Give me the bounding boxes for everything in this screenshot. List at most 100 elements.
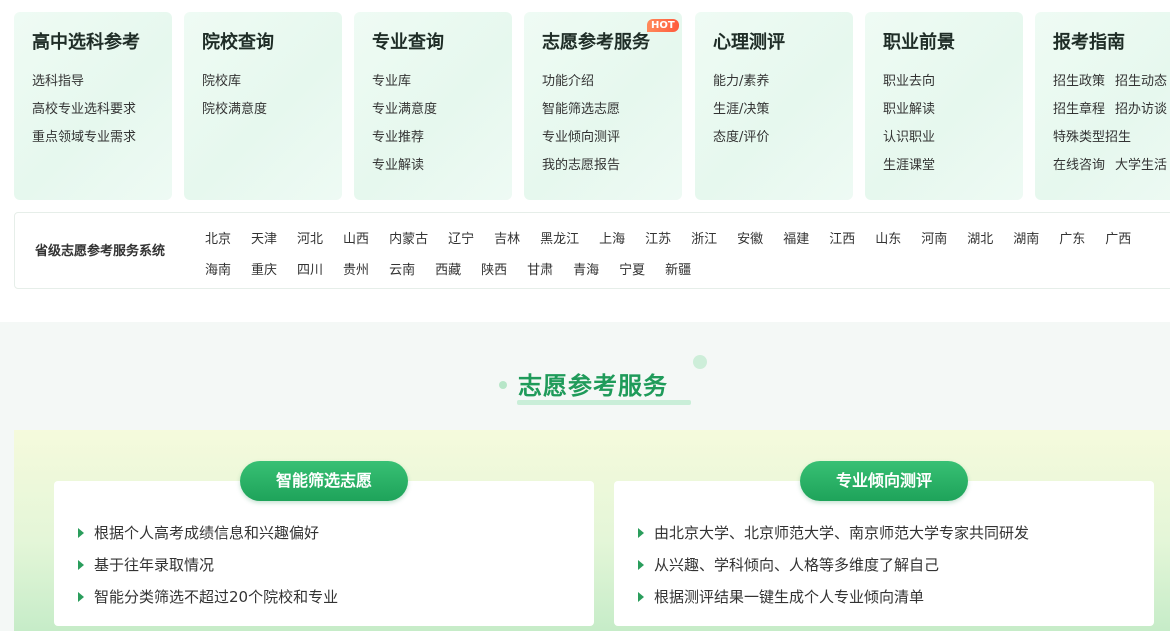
province-link[interactable]: 山东 — [875, 228, 901, 247]
feature-line: 根据个人高考成绩信息和兴趣偏好 — [78, 517, 594, 549]
province-link[interactable]: 云南 — [389, 259, 415, 278]
decor-dot — [499, 381, 507, 389]
major-test-button[interactable]: 专业倾向测评 — [800, 461, 968, 501]
card-title[interactable]: 报考指南 — [1053, 30, 1170, 56]
province-link[interactable]: 湖北 — [967, 228, 993, 247]
card-link[interactable]: 在线咨询 — [1053, 158, 1105, 173]
province-label: 省级志愿参考服务系统 — [35, 244, 166, 259]
card-link[interactable]: 专业推荐 — [372, 124, 512, 152]
triangle-right-icon — [638, 591, 644, 602]
card-link[interactable]: 重点领域专业需求 — [32, 124, 172, 152]
card-link[interactable]: 态度/评价 — [713, 124, 853, 152]
province-link[interactable]: 宁夏 — [619, 259, 645, 278]
feature-text: 根据个人高考成绩信息和兴趣偏好 — [94, 524, 320, 542]
card-link[interactable]: 生涯/决策 — [713, 96, 853, 124]
smart-filter-button[interactable]: 智能筛选志愿 — [240, 461, 408, 501]
feature-line: 由北京大学、北京师范大学、南京师范大学专家共同研发 — [638, 517, 1154, 549]
province-link[interactable]: 广东 — [1059, 228, 1085, 247]
province-link[interactable]: 福建 — [783, 228, 809, 247]
card-title[interactable]: 心理测评 — [713, 30, 853, 56]
feature-line: 根据测评结果一键生成个人专业倾向清单 — [638, 581, 1154, 613]
province-row-1: 北京 天津 河北 山西 内蒙古 辽宁 吉林 黑龙江 上海 江苏 浙江 安徽 福建 江西 山东 河南 湖北 湖南 广东… — [205, 228, 1151, 247]
province-link[interactable]: 贵州 — [343, 259, 369, 278]
card-link[interactable]: 我的志愿报告 — [542, 152, 682, 180]
card-link[interactable]: 能力/素养 — [713, 68, 853, 96]
triangle-right-icon — [78, 591, 84, 602]
province-link[interactable]: 黑龙江 — [540, 228, 579, 247]
card-link[interactable]: 招生动态 — [1115, 74, 1167, 89]
card-title[interactable]: 职业前景 — [883, 30, 1023, 56]
province-link[interactable]: 四川 — [297, 259, 323, 278]
card-link[interactable]: 职业解读 — [883, 96, 1023, 124]
card-link[interactable]: 智能筛选志愿 — [542, 96, 682, 124]
card-psych-test: 心理测评 能力/素养 生涯/决策 态度/评价 — [695, 12, 853, 200]
card-title[interactable]: 高中选科参考 — [32, 30, 172, 56]
province-link[interactable]: 新疆 — [665, 259, 691, 278]
province-link[interactable]: 北京 — [205, 228, 231, 247]
feature-line: 智能分类筛选不超过20个院校和专业 — [78, 581, 594, 613]
card-link[interactable]: 专业库 — [372, 68, 512, 96]
card-link[interactable]: 专业倾向测评 — [542, 124, 682, 152]
feature-text: 从兴趣、学科倾向、人格等多维度了解自己 — [654, 556, 940, 574]
province-link[interactable]: 浙江 — [691, 228, 717, 247]
province-link[interactable]: 海南 — [205, 259, 231, 278]
province-link[interactable]: 广西 — [1105, 228, 1131, 247]
card-link[interactable]: 选科指导 — [32, 68, 172, 96]
triangle-right-icon — [78, 527, 84, 538]
province-link[interactable]: 河南 — [921, 228, 947, 247]
feature-text: 根据测评结果一键生成个人专业倾向清单 — [654, 588, 925, 606]
province-link[interactable]: 上海 — [599, 228, 625, 247]
province-link[interactable]: 江苏 — [645, 228, 671, 247]
feature-text: 由北京大学、北京师范大学、南京师范大学专家共同研发 — [654, 524, 1030, 542]
card-link[interactable]: 招生章程 — [1053, 102, 1105, 117]
feature-line: 从兴趣、学科倾向、人格等多维度了解自己 — [638, 549, 1154, 581]
province-link[interactable]: 内蒙古 — [389, 228, 428, 247]
triangle-right-icon — [638, 527, 644, 538]
hot-badge: HOT — [647, 19, 679, 32]
province-link[interactable]: 西藏 — [435, 259, 461, 278]
card-link[interactable]: 招办访谈 — [1115, 102, 1167, 117]
province-link[interactable]: 辽宁 — [448, 228, 474, 247]
province-link[interactable]: 江西 — [829, 228, 855, 247]
service-panel: 根据个人高考成绩信息和兴趣偏好 基于往年录取情况 智能分类筛选不超过20个院校和… — [14, 430, 1170, 631]
triangle-right-icon — [78, 559, 84, 570]
province-row-2: 海南 重庆 四川 贵州 云南 西藏 陕西 甘肃 青海 宁夏 新疆 — [205, 259, 711, 278]
card-link[interactable]: 高校专业选科要求 — [32, 96, 172, 124]
province-link[interactable]: 重庆 — [251, 259, 277, 278]
province-link[interactable]: 山西 — [343, 228, 369, 247]
province-link[interactable]: 吉林 — [494, 228, 520, 247]
card-career-prospects: 职业前景 职业去向 职业解读 认识职业 生涯课堂 — [865, 12, 1023, 200]
card-link[interactable]: 功能介绍 — [542, 68, 682, 96]
feature-box-smart-filter: 根据个人高考成绩信息和兴趣偏好 基于往年录取情况 智能分类筛选不超过20个院校和… — [54, 481, 594, 626]
card-link[interactable]: 大学生活 — [1115, 158, 1167, 173]
card-link-row: 招生章程 招办访谈 — [1053, 96, 1170, 124]
card-title[interactable]: 院校查询 — [202, 30, 342, 56]
card-link[interactable]: 专业解读 — [372, 152, 512, 180]
card-link[interactable]: 生涯课堂 — [883, 152, 1023, 180]
card-link[interactable]: 招生政策 — [1053, 74, 1105, 89]
card-link[interactable]: 院校库 — [202, 68, 342, 96]
province-link[interactable]: 天津 — [251, 228, 277, 247]
card-subject-selection: 高中选科参考 选科指导 高校专业选科要求 重点领域专业需求 — [14, 12, 172, 200]
card-link[interactable]: 认识职业 — [883, 124, 1023, 152]
card-link[interactable]: 特殊类型招生 — [1053, 130, 1131, 145]
card-link-row: 特殊类型招生 — [1053, 124, 1170, 152]
province-link[interactable]: 甘肃 — [527, 259, 553, 278]
card-school-query: 院校查询 院校库 院校满意度 — [184, 12, 342, 200]
card-title[interactable]: 专业查询 — [372, 30, 512, 56]
card-link-row: 在线咨询 大学生活 — [1053, 152, 1170, 180]
province-link[interactable]: 青海 — [573, 259, 599, 278]
card-major-query: 专业查询 专业库 专业满意度 专业推荐 专业解读 — [354, 12, 512, 200]
province-link[interactable]: 安徽 — [737, 228, 763, 247]
card-title[interactable]: 志愿参考服务 — [542, 30, 682, 56]
feature-box-major-test: 由北京大学、北京师范大学、南京师范大学专家共同研发 从兴趣、学科倾向、人格等多维… — [614, 481, 1154, 626]
province-link[interactable]: 河北 — [297, 228, 323, 247]
feature-text: 基于往年录取情况 — [94, 556, 215, 574]
province-link[interactable]: 湖南 — [1013, 228, 1039, 247]
section-title: 志愿参考服务 — [518, 372, 668, 400]
triangle-right-icon — [638, 559, 644, 570]
card-link[interactable]: 院校满意度 — [202, 96, 342, 124]
card-link[interactable]: 职业去向 — [883, 68, 1023, 96]
card-link[interactable]: 专业满意度 — [372, 96, 512, 124]
province-link[interactable]: 陕西 — [481, 259, 507, 278]
